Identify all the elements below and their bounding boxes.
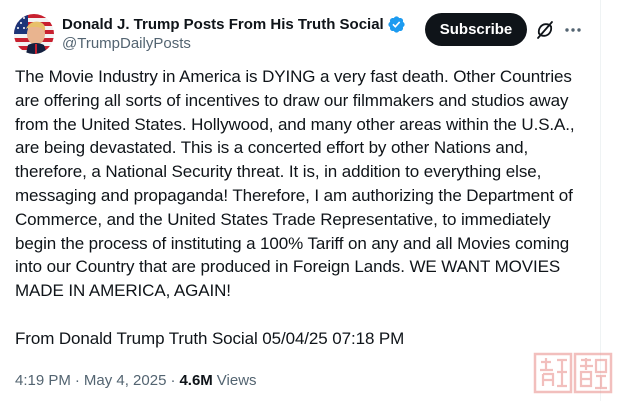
tweet-header: Donald J. Trump Posts From His Truth Soc… bbox=[14, 12, 590, 56]
meta-separator: · bbox=[74, 372, 80, 389]
tweet-text: The Movie Industry in America is DYING a… bbox=[15, 65, 590, 351]
verified-badge-icon bbox=[387, 15, 406, 34]
tweet-main-text: The Movie Industry in America is DYING a… bbox=[15, 67, 575, 301]
tweet-source-line: From Donald Trump Truth Social 05/04/25 … bbox=[15, 328, 405, 348]
views-label: Views bbox=[216, 372, 257, 389]
views-count: 4.6M bbox=[179, 372, 213, 389]
grok-icon[interactable] bbox=[535, 20, 555, 40]
display-name[interactable]: Donald J. Trump Posts From His Truth Soc… bbox=[62, 16, 384, 33]
watermark-stamp-icon bbox=[533, 350, 613, 396]
meta-separator-2: · bbox=[170, 372, 176, 389]
display-name-row: Donald J. Trump Posts From His Truth Soc… bbox=[62, 14, 406, 34]
right-divider bbox=[600, 0, 601, 401]
tweet-time[interactable]: 4:19 PM bbox=[15, 372, 71, 389]
author-handle[interactable]: @TrumpDailyPosts bbox=[62, 35, 406, 52]
avatar-flag-portrait-icon bbox=[14, 14, 54, 54]
subscribe-button[interactable]: Subscribe bbox=[425, 13, 527, 46]
more-options-icon[interactable] bbox=[562, 19, 584, 41]
avatar[interactable] bbox=[14, 14, 54, 54]
tweet-meta: 4:19 PM · May 4, 2025 · 4.6M Views bbox=[15, 372, 257, 389]
tweet-date[interactable]: May 4, 2025 bbox=[84, 372, 167, 389]
author-names: Donald J. Trump Posts From His Truth Soc… bbox=[62, 14, 406, 52]
